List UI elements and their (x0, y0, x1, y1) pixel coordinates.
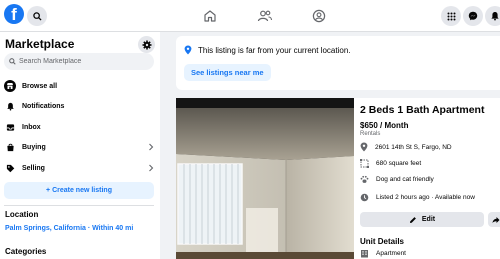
sidebar-item-label: Selling (22, 164, 45, 172)
listing-posted-time: Listed 2 hours ago · Available now (376, 193, 475, 201)
listing-category[interactable]: Rentals (360, 131, 380, 137)
messenger-button[interactable] (463, 6, 483, 26)
apartment-room-image (176, 98, 354, 259)
profile-nav-button[interactable] (311, 8, 327, 24)
messenger-icon (468, 11, 478, 21)
friends-nav-button[interactable] (257, 8, 273, 24)
inbox-icon (4, 121, 16, 133)
unit-type-row: Apartment (360, 249, 406, 258)
listing-pets-row: Dog and cat friendly (360, 173, 434, 185)
location-filter-link[interactable]: Palm Springs, California · Within 40 mi (5, 225, 133, 232)
clock-icon (360, 193, 369, 201)
marketplace-sidebar: Marketplace Browse all Notifications Inb… (0, 32, 160, 259)
unit-details-heading: Unit Details (360, 237, 405, 246)
location-pin-icon (360, 142, 368, 152)
location-heading: Location (5, 210, 39, 219)
search-icon (32, 11, 42, 21)
share-button[interactable] (488, 212, 500, 227)
listing-title: 2 Beds 1 Bath Apartment (360, 104, 485, 116)
sidebar-item-label: Inbox (22, 123, 41, 131)
create-new-listing-button[interactable]: + Create new listing (4, 182, 154, 199)
listing-time-row: Listed 2 hours ago · Available now (360, 191, 475, 203)
categories-heading: Categories (5, 247, 47, 256)
listing-details-panel: 2 Beds 1 Bath Apartment $650 / Month Ren… (354, 98, 500, 259)
sidebar-item-notifications[interactable]: Notifications (4, 97, 156, 115)
building-icon (361, 250, 368, 258)
sidebar-item-selling[interactable]: Selling (4, 159, 156, 177)
menu-button[interactable] (441, 6, 461, 26)
chevron-right-icon (149, 164, 154, 172)
share-arrow-icon (492, 216, 500, 223)
grid-menu-icon (447, 12, 455, 20)
sidebar-item-label: Notifications (22, 102, 65, 110)
listing-pets: Dog and cat friendly (376, 175, 434, 183)
sidebar-item-label: Buying (22, 143, 46, 151)
sidebar-title: Marketplace (5, 37, 75, 51)
edit-button-label: Edit (421, 216, 436, 223)
see-listings-near-me-button[interactable]: See listings near me (184, 64, 271, 81)
listing-photo[interactable] (176, 98, 354, 259)
sidebar-item-inbox[interactable]: Inbox (4, 118, 156, 136)
edit-listing-button[interactable]: Edit (360, 212, 484, 227)
sidebar-item-buying[interactable]: Buying (4, 138, 156, 156)
settings-button[interactable] (138, 36, 155, 53)
logo-letter: f (11, 5, 17, 24)
listing-size: 680 square feet (376, 159, 422, 167)
chevron-right-icon (149, 143, 154, 151)
storefront-icon (4, 80, 16, 92)
search-button[interactable] (27, 6, 47, 26)
search-box[interactable] (4, 53, 154, 70)
sidebar-divider (4, 205, 154, 206)
square-feet-icon (360, 158, 369, 168)
bag-icon (4, 141, 16, 153)
tag-icon (4, 162, 16, 174)
bell-icon (491, 12, 499, 21)
paw-icon (360, 175, 369, 183)
listing-price: $650 / Month (360, 121, 409, 130)
location-pin-icon (184, 45, 192, 55)
sidebar-item-browse-all[interactable]: Browse all (4, 77, 156, 95)
listing-address-row: 2601 14th St S, Fargo, ND (360, 141, 452, 153)
search-input[interactable] (19, 58, 149, 65)
sidebar-item-label: Browse all (22, 82, 58, 90)
unit-type: Apartment (376, 250, 406, 257)
search-icon (9, 58, 16, 65)
top-navigation-bar: f (0, 0, 500, 32)
friends-icon (257, 10, 273, 22)
distance-notice-text: This listing is far from your current lo… (198, 46, 351, 55)
distance-notice-card: This listing is far from your current lo… (176, 36, 500, 90)
home-icon (204, 10, 216, 22)
profile-circle-icon (312, 9, 326, 23)
notifications-button[interactable] (485, 6, 500, 26)
listing-size-row: 680 square feet (360, 157, 421, 169)
listing-address: 2601 14th St S, Fargo, ND (375, 143, 452, 151)
home-nav-button[interactable] (202, 8, 218, 24)
pencil-icon (409, 216, 416, 223)
facebook-logo[interactable]: f (4, 4, 24, 24)
gear-icon (142, 40, 151, 49)
bell-icon (4, 100, 16, 112)
